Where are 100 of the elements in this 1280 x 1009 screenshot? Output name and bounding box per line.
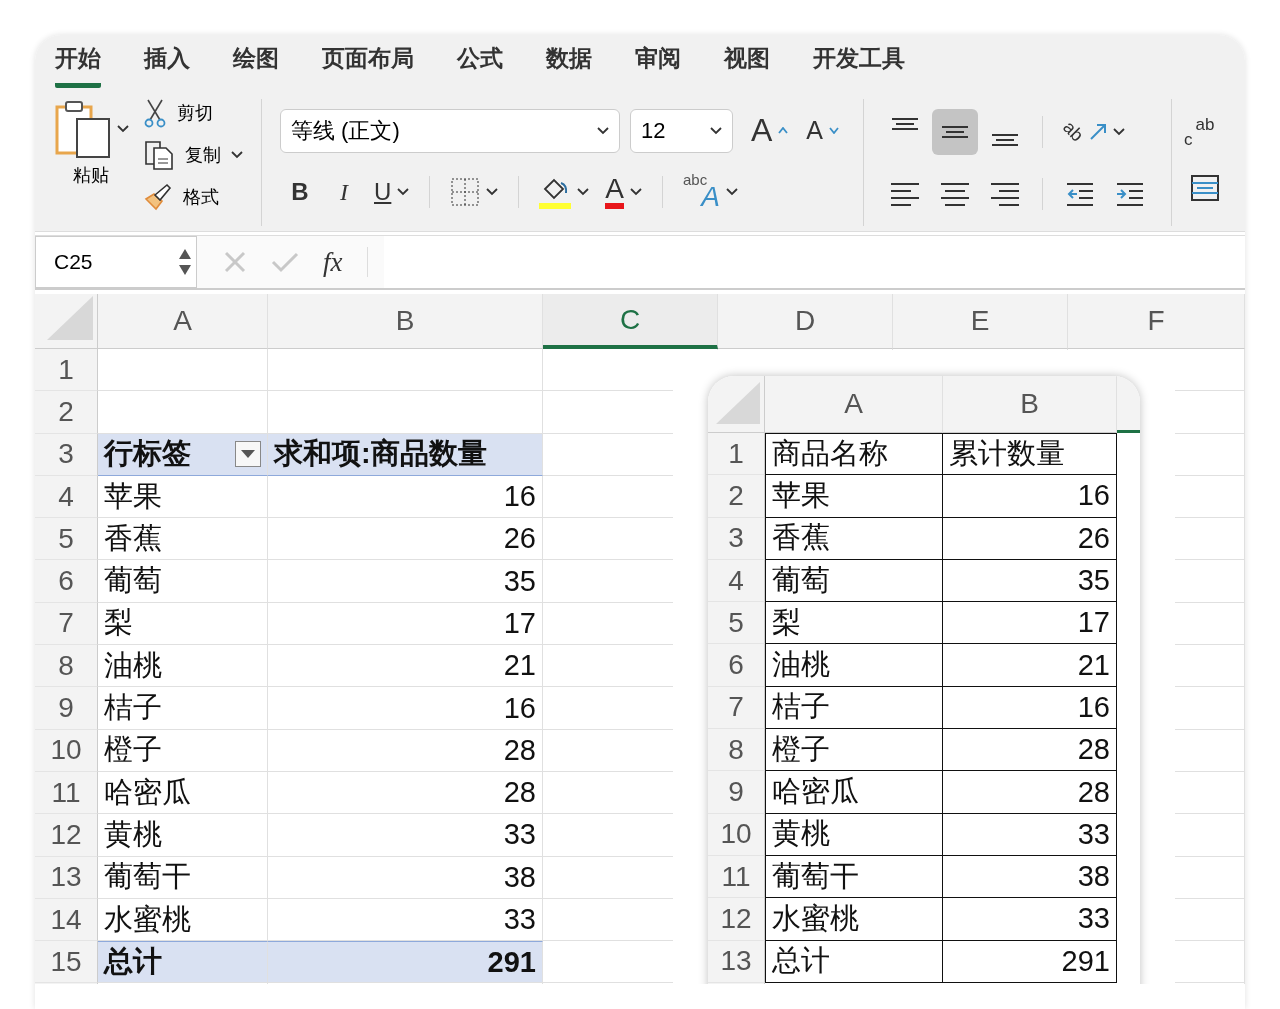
row-header[interactable]: 5 <box>35 518 98 561</box>
table-cell: 油桃 <box>765 644 943 687</box>
align-bottom-icon <box>990 132 1021 147</box>
copy-icon <box>143 139 175 171</box>
table-cell: 葡萄 <box>765 559 943 603</box>
table-cell: 17 <box>943 602 1117 645</box>
table-cell: 291 <box>268 941 543 984</box>
row-header: 8 <box>708 729 765 772</box>
table-cell: 水蜜桃 <box>765 898 943 941</box>
row-header[interactable]: 15 <box>35 941 98 984</box>
clipboard-icon <box>53 99 113 159</box>
ribbon-tab[interactable]: 绘图 <box>233 43 279 88</box>
row-header[interactable]: 1 <box>35 349 98 392</box>
ribbon-tab[interactable]: 页面布局 <box>322 43 414 88</box>
column-heading: 累计数量 <box>943 433 1117 476</box>
orientation-button[interactable]: ab <box>1057 117 1132 146</box>
table-cell: 橙子 <box>98 729 268 772</box>
table-cell: 哈密瓜 <box>98 771 268 815</box>
formula-input-field[interactable] <box>383 236 1245 288</box>
column-header[interactable]: D <box>718 294 893 349</box>
chevron-icon <box>1113 127 1126 136</box>
format-painter-button[interactable]: 格式 <box>143 179 243 215</box>
vertical-align-button[interactable] <box>932 108 979 155</box>
row-header[interactable]: 7 <box>35 602 98 646</box>
ribbon-tab[interactable]: 数据 <box>546 43 592 88</box>
row-header: 5 <box>708 602 765 645</box>
row-header[interactable]: 14 <box>35 898 98 942</box>
font-size-dropdown[interactable]: 12 <box>630 108 733 153</box>
table-cell: 梨 <box>98 602 268 646</box>
row-header: 3 <box>708 517 765 560</box>
ribbon-tab[interactable]: 开发工具 <box>813 43 905 88</box>
underline-button[interactable]: U <box>368 174 416 210</box>
row-header[interactable]: 12 <box>35 814 98 857</box>
corner-triangle-icon <box>47 296 93 340</box>
bold-button[interactable]: B <box>280 174 320 210</box>
font-name-dropdown[interactable]: 等线 (正文) <box>280 108 620 153</box>
ribbon-tab[interactable]: 视图 <box>724 43 770 88</box>
column-header[interactable]: C <box>543 294 718 349</box>
column-heading: 商品名称 <box>765 433 943 476</box>
table-cell: 16 <box>268 687 543 730</box>
row-header: 13 <box>708 940 765 983</box>
table-cell: 17 <box>268 602 543 646</box>
column-header[interactable]: B <box>268 294 543 349</box>
row-header: 1 <box>708 433 765 476</box>
cut-button[interactable]: 剪切 <box>143 95 243 131</box>
align-top-icon <box>890 116 921 131</box>
paste-button[interactable]: 粘贴 <box>53 95 129 230</box>
chevron-icon <box>630 188 643 196</box>
row-header[interactable]: 8 <box>35 645 98 688</box>
insert-function-button[interactable]: fx <box>323 246 343 278</box>
caret-down-icon <box>829 127 840 134</box>
align-middle-icon <box>940 124 971 139</box>
wrap-text-button[interactable]: ab c <box>1182 114 1229 149</box>
ribbon-tab[interactable]: 插入 <box>144 43 190 88</box>
table-cell: 哈密瓜 <box>765 771 943 814</box>
table-cell-text: 行标签 <box>104 436 191 472</box>
font-color-button[interactable]: A <box>599 171 649 213</box>
table-cell: 21 <box>268 645 543 688</box>
name-box[interactable]: C25 <box>35 236 197 288</box>
ribbon-tab[interactable]: 公式 <box>457 43 503 88</box>
table-cell: 28 <box>943 771 1117 814</box>
row-header[interactable]: 3 <box>35 433 98 476</box>
borders-icon <box>450 177 481 207</box>
row-header[interactable]: 11 <box>35 771 98 815</box>
merge-cells-icon <box>1190 172 1221 203</box>
row-header[interactable]: 9 <box>35 687 98 730</box>
filter-dropdown-button[interactable] <box>235 441 261 468</box>
table-cell: 油桃 <box>98 645 268 688</box>
chevron-icon <box>597 126 609 135</box>
table-cell: 26 <box>943 517 1117 560</box>
italic-button[interactable]: I <box>324 174 364 210</box>
table-cell: 苹果 <box>765 475 943 518</box>
copy-button[interactable]: 复制 <box>143 137 243 173</box>
ribbon-tab[interactable]: 开始 <box>55 43 101 88</box>
chevron-icon <box>725 188 738 196</box>
row-header[interactable]: 6 <box>35 560 98 603</box>
decrease-font-size-button[interactable]: A <box>800 112 846 149</box>
corner-triangle-icon <box>716 382 760 424</box>
table-cell: 33 <box>268 814 543 857</box>
row-header: 4 <box>708 559 765 603</box>
table-cell: 35 <box>268 560 543 603</box>
ribbon-tab[interactable]: 审阅 <box>635 43 681 88</box>
row-header: 6 <box>708 644 765 687</box>
column-header[interactable]: F <box>1068 294 1245 349</box>
row-header[interactable]: 2 <box>35 391 98 434</box>
row-header: 9 <box>708 771 765 814</box>
table-cell: 35 <box>943 559 1117 603</box>
column-header[interactable]: E <box>893 294 1068 349</box>
row-header[interactable]: 10 <box>35 729 98 772</box>
row-header[interactable]: 4 <box>35 475 98 519</box>
row-header[interactable]: 13 <box>35 856 98 899</box>
row-header: 12 <box>708 898 765 941</box>
table-cell: 总计 <box>98 941 268 984</box>
scissors-icon <box>143 98 167 128</box>
table-cell: 28 <box>943 729 1117 772</box>
increase-font-size-button[interactable]: A <box>745 108 795 153</box>
chevron-icon <box>231 151 243 159</box>
table-cell: 16 <box>943 475 1117 518</box>
brush-icon <box>143 183 173 211</box>
column-header[interactable]: A <box>98 294 268 349</box>
